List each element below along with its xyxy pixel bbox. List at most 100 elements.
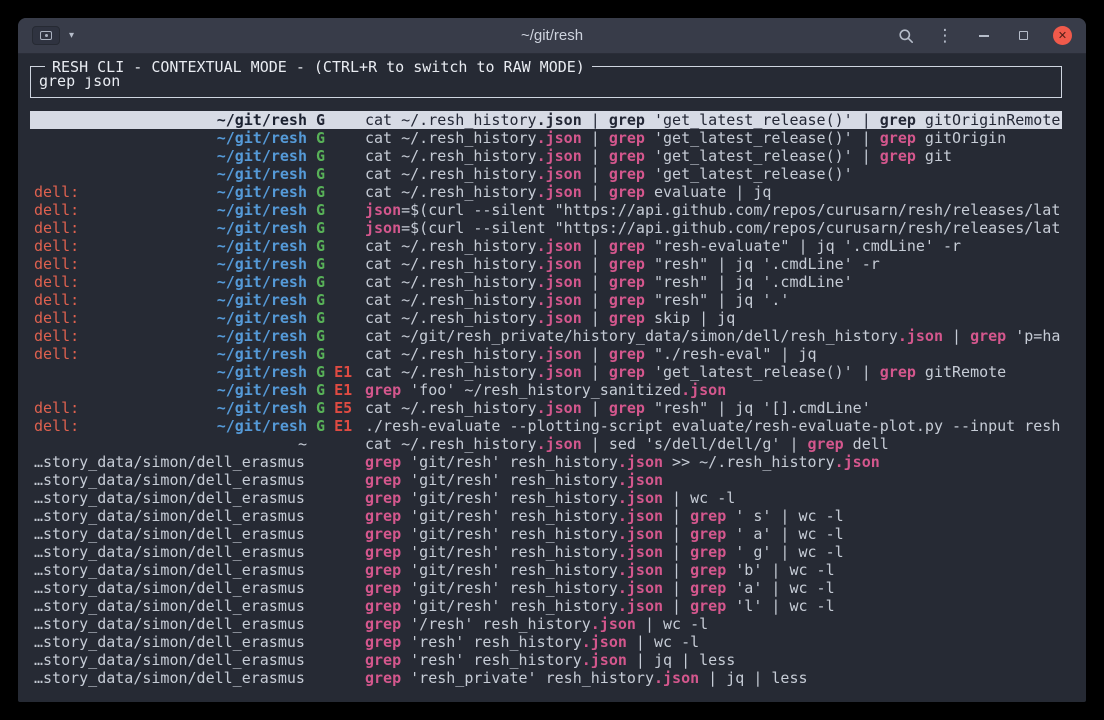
row-command: cat ~/.resh_history.json | grep skip | j…: [365, 309, 1062, 327]
row-left-columns: dell:~/git/resh G E1: [34, 417, 365, 435]
history-row[interactable]: …story_data/simon/dell_erasmusgrep 'git/…: [30, 507, 1062, 525]
history-row[interactable]: ~/git/resh G E1grep 'foo' ~/resh_history…: [30, 381, 1062, 399]
command-text: "resh" | jq '.': [645, 291, 790, 309]
command-text: cat ~/.resh_history: [365, 237, 537, 255]
history-row[interactable]: …story_data/simon/dell_erasmusgrep 'git/…: [30, 561, 1062, 579]
command-text: 'git/resh' resh_history: [401, 453, 618, 471]
row-flags: G: [307, 111, 365, 129]
row-directory: ~/git/resh: [217, 255, 307, 273]
command-match-text: .json: [618, 579, 663, 597]
history-row[interactable]: ~/git/resh G E1cat ~/.resh_history.json …: [30, 363, 1062, 381]
command-text: cat ~/.resh_history: [365, 435, 537, 453]
history-row[interactable]: …story_data/simon/dell_erasmusgrep '/res…: [30, 615, 1062, 633]
command-text: "resh" | jq '[].cmdLine': [645, 399, 871, 417]
row-host: …story_data/simon/dell_erasmus: [34, 543, 307, 561]
row-left-columns: …story_data/simon/dell_erasmus: [34, 453, 365, 471]
command-match-text: .json: [537, 165, 582, 183]
history-row[interactable]: dell:~/git/resh G E1./resh-evaluate --pl…: [30, 417, 1062, 435]
command-text: gitOriginRemote: [916, 111, 1061, 129]
terminal-content: RESH CLI - CONTEXTUAL MODE - (CTRL+R to …: [18, 66, 1086, 702]
command-match-text: grep: [609, 255, 645, 273]
history-row[interactable]: …story_data/simon/dell_erasmusgrep 'git/…: [30, 525, 1062, 543]
row-command: cat ~/.resh_history.json | grep 'get_lat…: [365, 363, 1062, 381]
command-match-text: .json: [537, 147, 582, 165]
history-row[interactable]: dell:~/git/resh Gcat ~/.resh_history.jso…: [30, 273, 1062, 291]
row-flags: [307, 507, 365, 525]
history-row[interactable]: dell:~/git/resh Gcat ~/git/resh_private/…: [30, 327, 1062, 345]
minimize-button[interactable]: [975, 27, 993, 45]
row-flags: [307, 471, 365, 489]
command-text: | sed 's/dell/dell/g' |: [582, 435, 808, 453]
command-match-text: grep: [365, 381, 401, 399]
command-text: 'p=ha: [1006, 327, 1060, 345]
restore-button[interactable]: [1014, 27, 1032, 45]
command-text: 'get_latest_release()' |: [645, 129, 880, 147]
history-row[interactable]: ~/git/resh Gcat ~/.resh_history.json | g…: [30, 129, 1062, 147]
command-text: cat ~/.resh_history: [365, 147, 537, 165]
row-flag: E1: [325, 363, 352, 381]
history-row[interactable]: dell:~/git/resh Gcat ~/.resh_history.jso…: [30, 183, 1062, 201]
command-match-text: .json: [835, 453, 880, 471]
command-match-text: .json: [591, 615, 636, 633]
history-row[interactable]: …story_data/simon/dell_erasmusgrep 'git/…: [30, 543, 1062, 561]
history-row[interactable]: …story_data/simon/dell_erasmusgrep 'resh…: [30, 633, 1062, 651]
row-flag: G: [307, 291, 325, 309]
row-flags: G E5: [307, 399, 365, 417]
command-match-text: .json: [618, 597, 663, 615]
row-flag: G: [307, 381, 325, 399]
command-match-text: .json: [582, 633, 627, 651]
row-directory: ~/git/resh: [217, 111, 307, 129]
terminal-icon: [40, 31, 52, 40]
command-match-text: grep: [609, 147, 645, 165]
command-text: gitOrigin: [916, 129, 1006, 147]
history-row[interactable]: dell:~/git/resh Gcat ~/.resh_history.jso…: [30, 309, 1062, 327]
command-text: skip | jq: [645, 309, 735, 327]
command-text: 'git/resh' resh_history: [401, 579, 618, 597]
command-text: |: [582, 399, 609, 417]
history-row[interactable]: dell:~/git/resh Gcat ~/.resh_history.jso…: [30, 255, 1062, 273]
search-button[interactable]: [897, 27, 915, 45]
history-row[interactable]: …story_data/simon/dell_erasmusgrep 'resh…: [30, 669, 1062, 687]
history-row[interactable]: dell:~/git/resh Gjson=$(curl --silent "h…: [30, 201, 1062, 219]
history-row[interactable]: ~/git/resh Gcat ~/.resh_history.json | g…: [30, 147, 1062, 165]
row-host: [34, 363, 217, 381]
history-row[interactable]: …story_data/simon/dell_erasmusgrep 'git/…: [30, 597, 1062, 615]
history-row[interactable]: …story_data/simon/dell_erasmusgrep 'git/…: [30, 579, 1062, 597]
row-host: …story_data/simon/dell_erasmus: [34, 615, 307, 633]
history-row[interactable]: dell:~/git/resh Gcat ~/.resh_history.jso…: [30, 291, 1062, 309]
row-command: grep 'resh' resh_history.json | jq | les…: [365, 651, 1062, 669]
history-row[interactable]: dell:~/git/resh Gcat ~/.resh_history.jso…: [30, 345, 1062, 363]
command-text: 'get_latest_release()' |: [645, 111, 880, 129]
history-row[interactable]: …story_data/simon/dell_erasmusgrep 'resh…: [30, 651, 1062, 669]
history-row[interactable]: …story_data/simon/dell_erasmusgrep 'git/…: [30, 453, 1062, 471]
history-row[interactable]: ~/git/resh Gcat ~/.resh_history.json | g…: [30, 165, 1062, 183]
command-text: 'git/resh' resh_history: [401, 471, 618, 489]
command-match-text: grep: [609, 345, 645, 363]
command-match-text: .json: [537, 345, 582, 363]
command-match-text: .json: [537, 291, 582, 309]
history-row[interactable]: …story_data/simon/dell_erasmusgrep 'git/…: [30, 471, 1062, 489]
history-row[interactable]: ~cat ~/.resh_history.json | sed 's/dell/…: [30, 435, 1062, 453]
command-match-text: grep: [970, 327, 1006, 345]
history-row[interactable]: ~/git/resh Gcat ~/.resh_history.json | g…: [30, 111, 1062, 129]
close-button[interactable]: ✕: [1053, 26, 1072, 45]
row-left-columns: …story_data/simon/dell_erasmus: [34, 651, 365, 669]
terminal-app-button[interactable]: [32, 26, 60, 45]
command-match-text: .json: [618, 561, 663, 579]
command-text: ' a' | wc -l: [726, 525, 843, 543]
dropdown-caret-icon[interactable]: ▾: [69, 30, 74, 41]
row-flags: G: [307, 273, 365, 291]
command-text: |: [582, 291, 609, 309]
command-match-text: grep: [609, 237, 645, 255]
row-flags: G: [307, 147, 365, 165]
history-row[interactable]: dell:~/git/resh Gcat ~/.resh_history.jso…: [30, 237, 1062, 255]
row-host: dell:: [34, 273, 217, 291]
history-row[interactable]: …story_data/simon/dell_erasmusgrep 'git/…: [30, 489, 1062, 507]
menu-button[interactable]: ⋮: [936, 27, 954, 45]
command-text: cat ~/.resh_history: [365, 345, 537, 363]
row-flags: G: [307, 237, 365, 255]
row-flag: G: [307, 183, 325, 201]
history-row[interactable]: dell:~/git/resh G E5cat ~/.resh_history.…: [30, 399, 1062, 417]
row-host: …story_data/simon/dell_erasmus: [34, 597, 307, 615]
history-row[interactable]: dell:~/git/resh Gjson=$(curl --silent "h…: [30, 219, 1062, 237]
